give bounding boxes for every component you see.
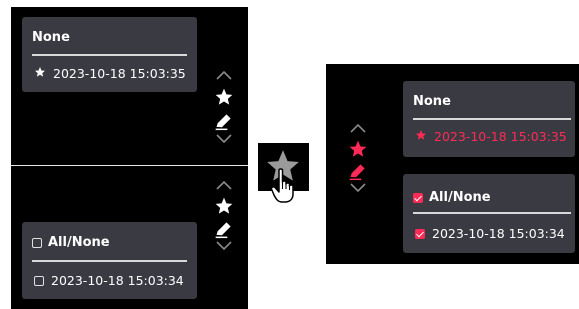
chevron-up-icon[interactable] [348, 122, 368, 134]
pencil-icon[interactable] [214, 219, 234, 239]
right-selection-card: All/None 2023-10-18 15:03:34 [403, 174, 575, 253]
star-icon [415, 129, 427, 144]
left-bottom-card: All/None 2023-10-18 15:03:34 [22, 222, 197, 299]
left-bottom-card-title[interactable]: All/None [32, 235, 110, 250]
star-icon [34, 66, 46, 81]
right-favorite-card: None 2023-10-18 15:03:35 [403, 81, 575, 157]
right-favorite-card-title: None [413, 94, 451, 109]
right-favorite-card-divider [413, 118, 571, 120]
pencil-icon[interactable] [348, 161, 368, 181]
left-section-divider [11, 165, 248, 166]
chevron-up-icon[interactable] [214, 179, 234, 191]
select-all-checkbox[interactable] [32, 237, 42, 248]
right-favorite-item-timestamp: 2023-10-18 15:03:35 [434, 129, 567, 144]
right-selection-card-divider [413, 212, 571, 214]
left-bottom-title-text: All/None [48, 235, 110, 250]
left-panel: None 2023-10-18 15:03:35 All/None 2023-1… [11, 7, 248, 309]
right-favorite-item[interactable]: 2023-10-18 15:03:35 [415, 129, 567, 144]
right-selection-item-timestamp: 2023-10-18 15:03:34 [432, 226, 565, 241]
left-bottom-item[interactable]: 2023-10-18 15:03:34 [34, 273, 184, 288]
select-all-checkbox[interactable] [413, 192, 423, 203]
chevron-up-icon[interactable] [214, 69, 234, 81]
favorite-action-tile[interactable] [258, 143, 309, 203]
item-checkbox[interactable] [415, 228, 425, 239]
left-top-item-timestamp: 2023-10-18 15:03:35 [53, 66, 186, 81]
right-selection-title-text: All/None [429, 190, 491, 205]
left-top-card-title: None [32, 30, 70, 45]
right-controls [348, 122, 368, 194]
right-selection-card-title[interactable]: All/None [413, 190, 491, 205]
chevron-down-icon[interactable] [214, 133, 234, 145]
left-top-title-text: None [32, 30, 70, 45]
right-favorite-title-text: None [413, 94, 451, 109]
left-top-item[interactable]: 2023-10-18 15:03:35 [34, 66, 186, 81]
star-icon[interactable] [214, 87, 234, 107]
item-checkbox[interactable] [34, 275, 44, 286]
right-selection-item[interactable]: 2023-10-18 15:03:34 [415, 226, 565, 241]
left-bottom-controls [214, 179, 234, 252]
pencil-icon[interactable] [214, 111, 234, 131]
chevron-down-icon[interactable] [348, 182, 368, 194]
star-icon[interactable] [348, 139, 368, 159]
right-panel: None 2023-10-18 15:03:35 All/None 2023-1… [326, 64, 579, 264]
left-top-card-divider [32, 54, 187, 56]
left-top-controls [214, 69, 234, 145]
star-icon[interactable] [214, 196, 234, 216]
left-bottom-item-timestamp: 2023-10-18 15:03:34 [51, 273, 184, 288]
hand-pointer-icon [270, 167, 300, 209]
left-bottom-card-divider [32, 260, 187, 262]
chevron-down-icon[interactable] [214, 240, 234, 252]
left-top-card: None 2023-10-18 15:03:35 [22, 17, 197, 92]
